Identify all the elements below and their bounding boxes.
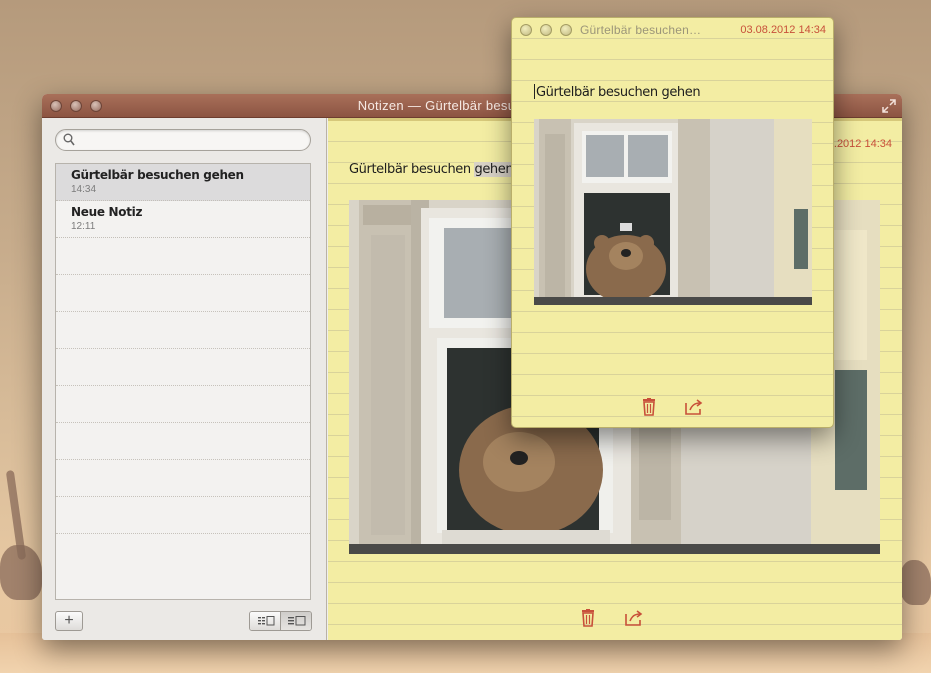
notes-sidebar: Gürtelbär besuchen gehen 14:34 Neue Noti… xyxy=(42,118,327,640)
empty-list-row xyxy=(56,386,310,423)
flamingo-silhouette xyxy=(0,545,42,600)
float-close-button[interactable] xyxy=(520,24,532,36)
share-icon[interactable] xyxy=(684,398,704,416)
floating-teddy-bear-image xyxy=(534,119,812,305)
fullscreen-icon[interactable] xyxy=(882,99,896,113)
empty-list-row xyxy=(56,460,310,497)
floating-heading-text: Gürtelbär besuchen gehen xyxy=(536,85,701,100)
text-caret xyxy=(534,84,535,99)
empty-list-row xyxy=(56,423,310,460)
float-minimize-button[interactable] xyxy=(540,24,552,36)
search-icon xyxy=(63,133,75,146)
empty-list-row xyxy=(56,238,310,275)
note-heading[interactable]: Gürtelbär besuchen gehen xyxy=(349,162,514,177)
empty-list-row xyxy=(56,349,310,386)
note-title: Neue Notiz xyxy=(71,205,143,219)
share-icon[interactable] xyxy=(624,609,644,627)
floating-titlebar[interactable]: Gürtelbär besuchen… 03.08.2012 14:34 xyxy=(512,18,833,44)
trash-icon[interactable] xyxy=(578,609,598,627)
list-item[interactable]: Neue Notiz 12:11 xyxy=(56,201,310,238)
float-zoom-button[interactable] xyxy=(560,24,572,36)
note-time: 12:11 xyxy=(71,221,96,232)
list-view-button[interactable] xyxy=(250,612,281,630)
empty-list-row xyxy=(56,312,310,349)
floating-window-title: Gürtelbär besuchen… xyxy=(580,23,702,37)
empty-list-row xyxy=(56,497,310,534)
add-note-button[interactable]: + xyxy=(55,611,83,631)
search-field[interactable] xyxy=(55,129,311,151)
view-toggle[interactable] xyxy=(249,611,312,631)
floating-note-window[interactable]: Gürtelbär besuchen… 03.08.2012 14:34 Gür… xyxy=(511,17,834,428)
note-title: Gürtelbär besuchen gehen xyxy=(71,168,244,182)
flamingo-silhouette xyxy=(900,560,931,605)
split-view-icon xyxy=(288,616,306,626)
list-item[interactable]: Gürtelbär besuchen gehen 14:34 xyxy=(56,164,310,201)
notes-list: Gürtelbär besuchen gehen 14:34 Neue Noti… xyxy=(55,163,311,600)
floating-note-heading[interactable]: Gürtelbär besuchen gehen xyxy=(534,84,701,100)
note-heading-text: Gürtelbär besuchen xyxy=(349,162,475,177)
floating-teddy-bear-photo[interactable] xyxy=(534,119,812,305)
split-view-button[interactable] xyxy=(280,612,311,630)
empty-list-row xyxy=(56,275,310,312)
search-input[interactable] xyxy=(78,132,298,148)
note-heading-selection: gehen xyxy=(474,162,514,177)
note-time: 14:34 xyxy=(71,184,97,195)
trash-icon[interactable] xyxy=(639,398,659,416)
floating-note-date: 03.08.2012 14:34 xyxy=(740,24,826,36)
list-view-icon xyxy=(258,616,275,626)
